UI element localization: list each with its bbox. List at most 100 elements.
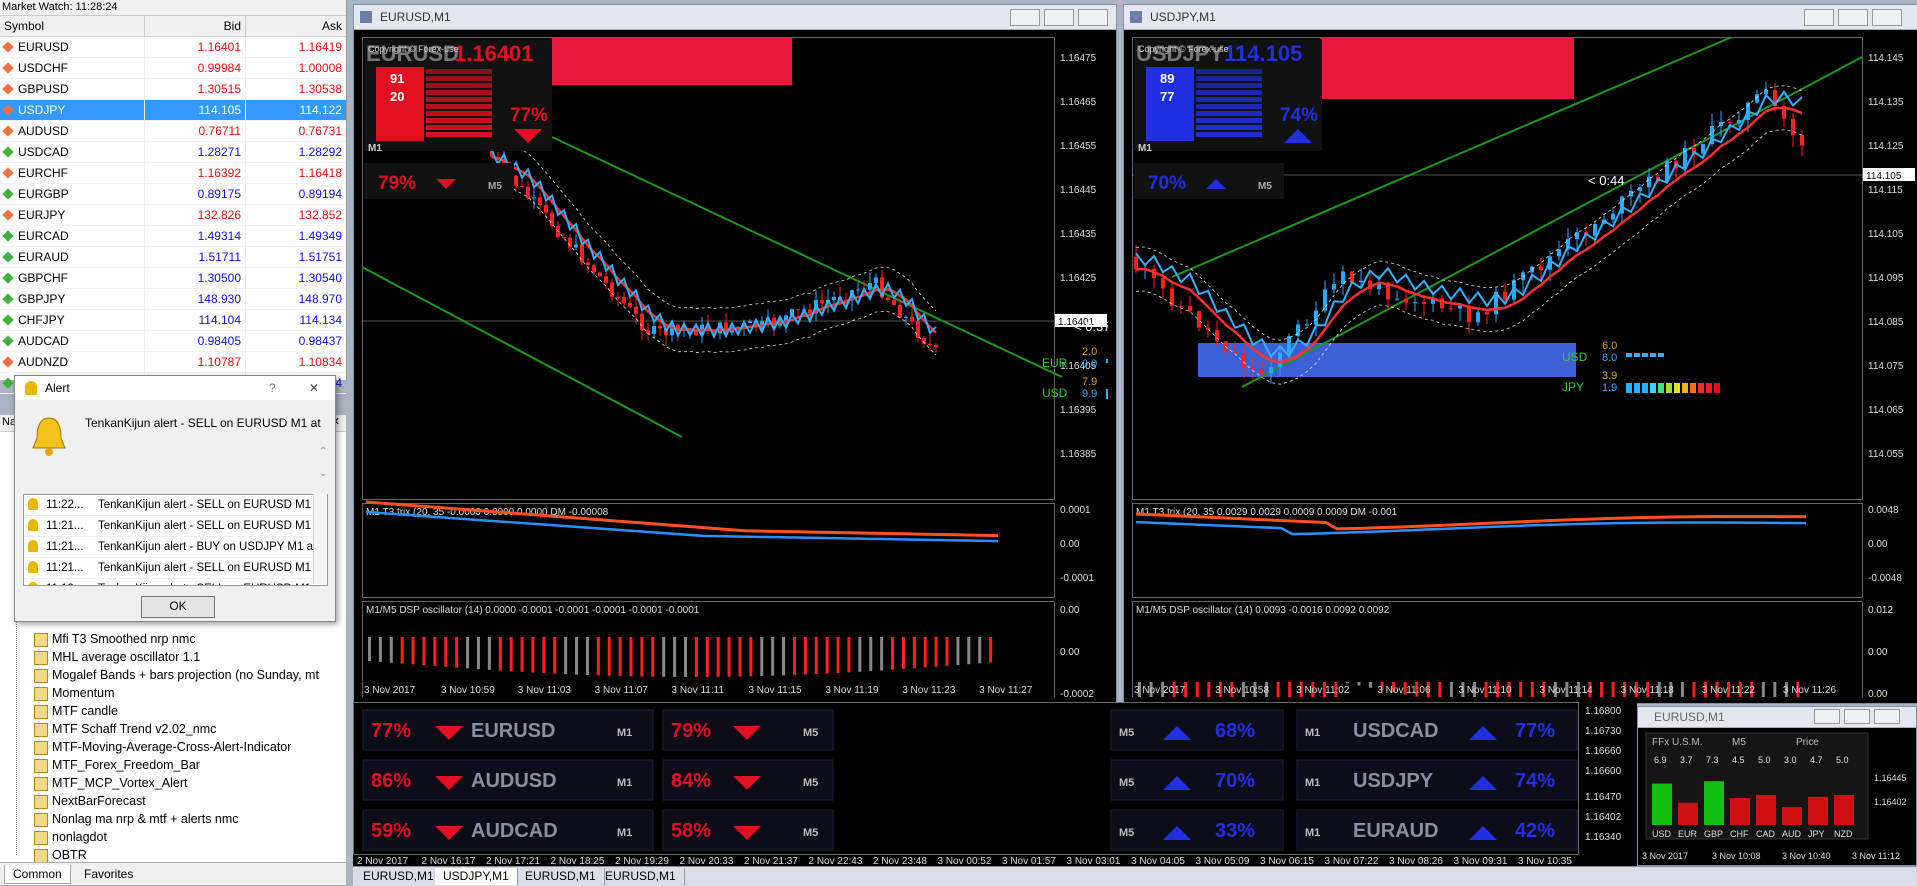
- tab-favorites[interactable]: Favorites: [76, 865, 141, 883]
- market-row-eurcad[interactable]: EURCAD 1.49314 1.49349: [0, 226, 346, 247]
- navigator-item[interactable]: MTF candle: [0, 702, 346, 720]
- time-axis-label: 3 Nov 11:19: [825, 685, 879, 696]
- market-row-gbpusd[interactable]: GBPUSD 1.30515 1.30538: [0, 79, 346, 100]
- signal-percent: 59%: [371, 820, 411, 842]
- alert-history-row[interactable]: 11:21... TenkanKijun alert - SELL on EURU…: [24, 516, 327, 537]
- market-row-eurusd[interactable]: EURUSD 1.16401 1.16419: [0, 37, 346, 58]
- minimize-button[interactable]: [1814, 709, 1840, 724]
- time-axis-label: 3 Nov 11:11: [672, 685, 725, 696]
- navigator-item[interactable]: Nonlag ma nrp & mtf + alerts nmc: [0, 810, 346, 828]
- candle-body: [1179, 306, 1183, 308]
- col-symbol[interactable]: Symbol: [0, 16, 144, 36]
- market-row-gbpchf[interactable]: GBPCHF 1.30500 1.30540: [0, 268, 346, 289]
- market-row-gbpjpy[interactable]: GBPJPY 148.930 148.970: [0, 289, 346, 310]
- strip-time-label: 2 Nov 17:21: [486, 856, 540, 866]
- badge-level-bar: [1196, 83, 1262, 88]
- market-row-usdjpy[interactable]: USDJPY 114.105 114.122: [0, 100, 346, 121]
- market-row-audcad[interactable]: AUDCAD 0.98405 0.98437: [0, 331, 346, 352]
- maximize-button[interactable]: [1044, 9, 1074, 26]
- navigator-item[interactable]: Momentum: [0, 684, 346, 702]
- close-window-button[interactable]: [1078, 9, 1108, 26]
- alert-history-list[interactable]: 11:22... TenkanKijun alert - SELL on EURU…: [23, 494, 328, 586]
- oscillator-bar: [836, 637, 840, 673]
- candle-body: [568, 237, 572, 248]
- candle-body: [1260, 368, 1264, 374]
- market-row-eurjpy[interactable]: EURJPY 132.826 132.852: [0, 205, 346, 226]
- usdjpy-chart[interactable]: 114.145 114.135 114.125 114.115 114.105 114.0…: [1132, 37, 1916, 697]
- badge-level-bar: [1196, 118, 1262, 123]
- maximize-button[interactable]: [1838, 9, 1868, 26]
- alert-text: TenkanKijun alert - BUY on USDJPY M1 a..…: [98, 541, 323, 553]
- chart-tab[interactable]: EURUSD,M1: [597, 868, 685, 885]
- alert-history-row[interactable]: 11:21... TenkanKijun alert - SELL on EURU…: [24, 558, 327, 579]
- maximize-button[interactable]: [1844, 709, 1870, 724]
- help-button[interactable]: ?: [269, 376, 276, 400]
- ok-button[interactable]: OK: [141, 596, 215, 618]
- navigator-item[interactable]: nonlagdot: [0, 828, 346, 846]
- market-row-euraud[interactable]: EURAUD 1.51711 1.51751: [0, 247, 346, 268]
- candle-body: [1476, 312, 1480, 323]
- close-button[interactable]: ✕: [309, 376, 319, 400]
- oscillator-bar: [433, 637, 437, 667]
- candle-body: [598, 272, 602, 277]
- strip-price-label: 1.16800: [1585, 706, 1622, 717]
- market-row-usdchf[interactable]: USDCHF 0.99984 1.00008: [0, 58, 346, 79]
- bell-icon: [28, 519, 38, 531]
- message-scroll-icon[interactable]: ⌃ ⌄: [319, 446, 331, 486]
- navigator-item[interactable]: Mfi T3 Smoothed nrp nmc: [0, 630, 346, 648]
- market-row-usdcad[interactable]: USDCAD 1.28271 1.28292: [0, 142, 346, 163]
- badge-number: 91: [390, 71, 404, 86]
- alert-history-row[interactable]: 11:21... TenkanKijun alert - BUY on USDJP…: [24, 537, 327, 558]
- navigator-item[interactable]: Mogalef Bands + bars projection (no Sund…: [0, 666, 346, 684]
- col-bid[interactable]: Bid: [144, 16, 245, 36]
- strip-time-label: 3 Nov 01:57: [1002, 856, 1056, 866]
- alert-list-scrollbar[interactable]: [313, 494, 327, 584]
- navigator-item[interactable]: MTF-Moving-Average-Cross-Alert-Indicator: [0, 738, 346, 756]
- sub-percent: 70%: [1148, 173, 1186, 194]
- oscillator-bar: [912, 637, 916, 669]
- ask-cell: 148.970: [245, 289, 346, 309]
- oscillator-bar: [607, 637, 611, 676]
- market-row-chfjpy[interactable]: CHFJPY 114.104 114.134: [0, 310, 346, 331]
- market-row-eurgbp[interactable]: EURGBP 0.89175 0.89194: [0, 184, 346, 205]
- symbol-name: USDCHF: [18, 61, 68, 75]
- indicator-icon: [34, 759, 48, 773]
- minimize-button[interactable]: [1804, 9, 1834, 26]
- eurusd-chart[interactable]: 1.16475 1.16465 1.16455 1.16445 1.16435 1.164…: [362, 37, 1108, 697]
- navigator-item[interactable]: NextBarForecast: [0, 792, 346, 810]
- oscillator-bar: [455, 637, 459, 668]
- candle-body: [1314, 310, 1318, 325]
- oscillator-bar: [803, 637, 807, 675]
- navigator-item[interactable]: MHL average oscillator 1.1: [0, 648, 346, 666]
- minimize-button[interactable]: [1010, 9, 1040, 26]
- candle-body: [1422, 302, 1426, 304]
- col-ask[interactable]: Ask: [245, 16, 346, 36]
- chart-tab[interactable]: EURUSD,M1: [355, 868, 443, 885]
- symbol-name: EURCAD: [18, 229, 69, 243]
- market-row-eurchf[interactable]: EURCHF 1.16392 1.16418: [0, 163, 346, 184]
- market-row-audnzd[interactable]: AUDNZD 1.10787 1.10834: [0, 352, 346, 373]
- oscillator-bar: [651, 637, 655, 677]
- chart-tab[interactable]: EURUSD,M1: [517, 868, 605, 885]
- mini-chart[interactable]: FFx U.S.M. M5 Price 6.9 USD 3.7 EUR 7.3 GBP 4.5 CH…: [1640, 729, 1914, 863]
- background-eurusd-chart[interactable]: 1.16800 1.16730 1.16660 1.16600 1.16470 1.164…: [353, 702, 1637, 866]
- close-window-button[interactable]: [1874, 709, 1900, 724]
- navigator-item[interactable]: MTF Schaff Trend v2.02_nmc: [0, 720, 346, 738]
- navigator-item[interactable]: MTF_MCP_Vortex_Alert: [0, 774, 346, 792]
- close-window-button[interactable]: [1872, 9, 1902, 26]
- badge-level-bar: [426, 83, 492, 88]
- down-arrow-icon: [2, 209, 14, 221]
- market-row-audusd[interactable]: AUDUSD 0.76711 0.76731: [0, 121, 346, 142]
- up-arrow-icon: [2, 146, 14, 158]
- candle-body: [514, 175, 518, 186]
- ask-cell: 0.76731: [245, 121, 346, 141]
- chart-tab[interactable]: USDJPY,M1: [435, 868, 518, 885]
- signal-percent: 42%: [1515, 820, 1555, 842]
- navigator-item-label: Mfi T3 Smoothed nrp nmc: [52, 632, 196, 646]
- symbol-cell: EURCAD: [0, 226, 144, 246]
- badge-number: 77: [1160, 89, 1174, 104]
- navigator-item[interactable]: MTF_Forex_Freedom_Bar: [0, 756, 346, 774]
- alert-history-row[interactable]: 11:22... TenkanKijun alert - SELL on EURU…: [24, 495, 327, 516]
- tab-common[interactable]: Common: [4, 865, 71, 884]
- alert-history-row[interactable]: 11:19...TenkanKijun alert - SELL on EURU…: [24, 579, 327, 585]
